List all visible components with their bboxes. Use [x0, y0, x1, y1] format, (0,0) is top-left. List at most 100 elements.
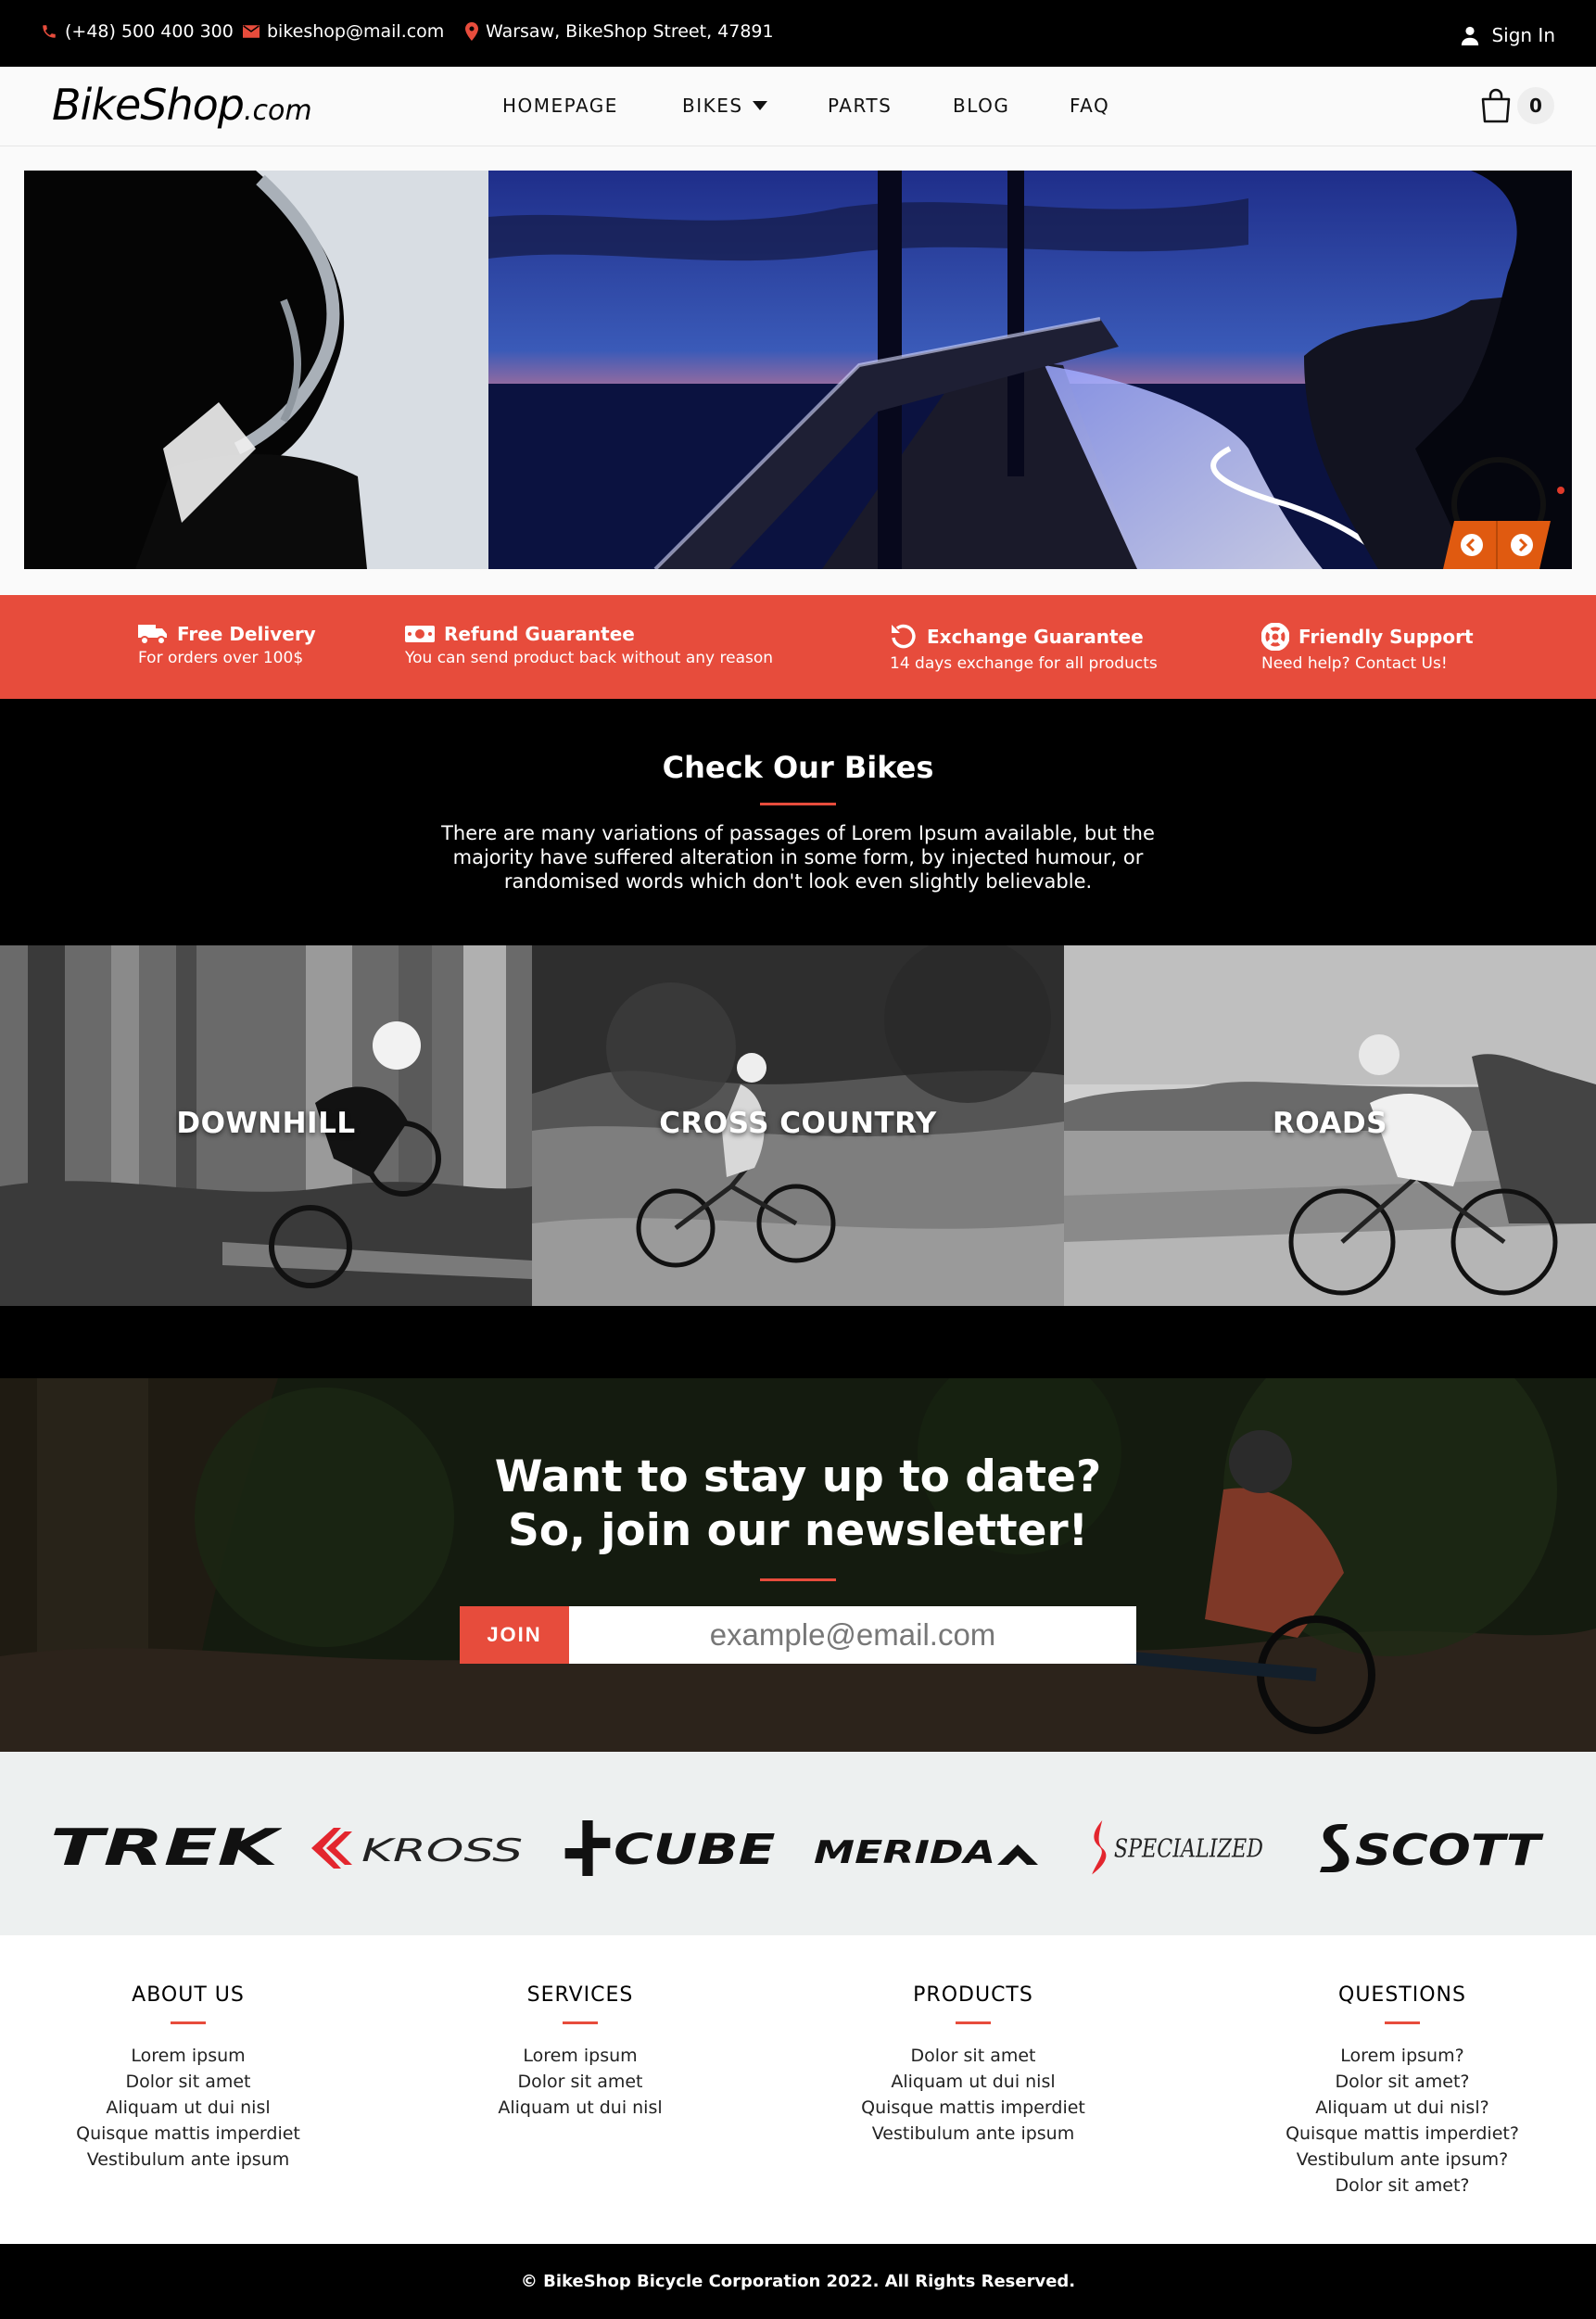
map-marker-icon: [465, 22, 478, 41]
brand-name: KROSS: [361, 1832, 523, 1869]
category-downhill[interactable]: DOWNHILL: [0, 945, 532, 1306]
footer-link[interactable]: Vestibulum ante ipsum?: [1282, 2147, 1523, 2173]
brand-kross-logo[interactable]: KROSS: [310, 1820, 526, 1876]
footer-link[interactable]: Aliquam ut dui nisl?: [1282, 2095, 1523, 2121]
nav-faq-label: FAQ: [1070, 95, 1110, 117]
address-text: Warsaw, BikeShop Street, 47891: [486, 21, 774, 42]
nav-faq[interactable]: FAQ: [1070, 95, 1109, 117]
footer-link[interactable]: Lorem ipsum?: [1282, 2043, 1523, 2069]
footer-link[interactable]: Quisque mattis imperdiet: [853, 2095, 1094, 2121]
chevron-left-icon: [1461, 534, 1483, 556]
section-spacer: [0, 1306, 1596, 1378]
footer-link[interactable]: Dolor sit amet: [68, 2069, 309, 2095]
feature-subtitle: Need help? Contact Us!: [1261, 654, 1448, 673]
brand-logos: TREK KROSS CUBE MERIDA SPECIALIZED SCOTT: [0, 1752, 1596, 1935]
footer-link[interactable]: Dolor sit amet?: [1282, 2069, 1523, 2095]
nav-parts-label: PARTS: [828, 95, 893, 117]
bikes-section: Check Our Bikes There are many variation…: [0, 699, 1596, 945]
footer-title-underline: [1385, 2021, 1420, 2024]
newsletter-title-line2: So, join our newsletter!: [507, 1505, 1089, 1556]
chevron-right-icon: [1511, 534, 1533, 556]
brand-specialized-logo[interactable]: SPECIALIZED: [1062, 1820, 1290, 1876]
envelope-icon: [243, 25, 260, 38]
slider-next-button[interactable]: [1497, 521, 1547, 569]
contact-phone[interactable]: (+48) 500 400 300: [41, 21, 234, 42]
footer-title-underline: [956, 2021, 991, 2024]
bike-categories: DOWNHILL CROSS COUNTRY ROADS: [0, 945, 1596, 1306]
category-cross-country[interactable]: CROSS COUNTRY: [532, 945, 1064, 1306]
footer-column-services: SERVICES Lorem ipsum Dolor sit amet Aliq…: [460, 1983, 701, 2121]
nav-homepage[interactable]: HOMEPAGE: [502, 95, 618, 117]
footer-link[interactable]: Vestibulum ante ipsum: [853, 2121, 1094, 2147]
caret-down-icon: [752, 101, 767, 110]
email-text: bikeshop@mail.com: [267, 21, 445, 42]
brand-name: TREK: [50, 1820, 282, 1876]
feature-subtitle: For orders over 100$: [138, 649, 304, 667]
contact-email[interactable]: bikeshop@mail.com: [243, 21, 444, 42]
logo-tld: .com: [243, 95, 312, 127]
nav-bikes[interactable]: BIKES: [682, 95, 767, 117]
newsletter-underline: [760, 1578, 836, 1581]
footer-link[interactable]: Dolor sit amet: [853, 2043, 1094, 2069]
footer-link[interactable]: Quisque mattis imperdiet?: [1282, 2121, 1523, 2147]
user-icon: [1462, 26, 1479, 45]
rotate-icon: [892, 624, 916, 649]
footer-link[interactable]: Vestibulum ante ipsum: [68, 2147, 309, 2173]
footer-links: ABOUT US Lorem ipsum Dolor sit amet Aliq…: [0, 1935, 1596, 2244]
nav-blog[interactable]: BLOG: [953, 95, 1009, 117]
slider-prev-button[interactable]: [1447, 521, 1497, 569]
phone-icon: [43, 25, 56, 38]
title-underline: [760, 803, 836, 805]
brand-name: SPECIALIZED: [1114, 1834, 1263, 1863]
sign-in-link[interactable]: Sign In: [1460, 24, 1555, 46]
footer-column-title: PRODUCTS: [913, 1983, 1033, 2007]
category-label: DOWNHILL: [176, 1107, 356, 1140]
logo-main: BikeShop: [52, 80, 245, 130]
footer-link[interactable]: Dolor sit amet: [460, 2069, 701, 2095]
nav-homepage-label: HOMEPAGE: [502, 95, 618, 117]
hero-slider: [24, 171, 1572, 569]
feature-refund-guarantee: Refund Guarantee You can send product ba…: [405, 623, 773, 667]
nav-bikes-label: BIKES: [682, 95, 743, 117]
brand-name: MERIDA: [814, 1834, 995, 1871]
truck-icon: [138, 625, 167, 645]
brand-trek-logo[interactable]: TREK: [48, 1820, 282, 1876]
footer-column-questions: QUESTIONS Lorem ipsum? Dolor sit amet? A…: [1282, 1983, 1523, 2199]
footer-link[interactable]: Dolor sit amet?: [1282, 2173, 1523, 2199]
features-bar: Free Delivery For orders over 100$ Refun…: [0, 595, 1596, 699]
feature-exchange-guarantee: Exchange Guarantee 14 days exchange for …: [890, 623, 1158, 673]
cart-count-badge: 0: [1517, 87, 1554, 124]
hero-slide-main-image: [488, 171, 1572, 569]
copyright-bar: © BikeShop Bicycle Corporation 2022. All…: [0, 2244, 1596, 2319]
footer-link[interactable]: Quisque mattis imperdiet: [68, 2121, 309, 2147]
nav-parts[interactable]: PARTS: [828, 95, 892, 117]
shopping-bag-icon: [1481, 88, 1511, 123]
nav-blog-label: BLOG: [953, 95, 1010, 117]
footer-link[interactable]: Aliquam ut dui nisl: [68, 2095, 309, 2121]
feature-subtitle: You can send product back without any re…: [405, 649, 774, 667]
newsletter-section: Want to stay up to date? So, join our ne…: [0, 1378, 1596, 1752]
footer-link[interactable]: Aliquam ut dui nisl: [853, 2069, 1094, 2095]
footer-link[interactable]: Lorem ipsum: [460, 2043, 701, 2069]
feature-title: Refund Guarantee: [444, 623, 635, 645]
newsletter-background-image: [0, 1378, 1596, 1752]
footer-link[interactable]: Aliquam ut dui nisl: [460, 2095, 701, 2121]
join-button[interactable]: JOIN: [460, 1606, 569, 1664]
feature-subtitle: 14 days exchange for all products: [890, 654, 1158, 673]
brand-name: SCOTT: [1355, 1825, 1544, 1875]
footer-link[interactable]: Lorem ipsum: [68, 2043, 309, 2069]
top-bar: (+48) 500 400 300 bikeshop@mail.com Wars…: [0, 0, 1596, 67]
newsletter-title-line1: Want to stay up to date?: [494, 1451, 1102, 1502]
brand-scott-logo[interactable]: SCOTT: [1312, 1820, 1546, 1876]
money-icon: [405, 626, 435, 642]
brand-merida-logo[interactable]: MERIDA: [812, 1820, 1038, 1876]
sign-in-label: Sign In: [1491, 24, 1555, 46]
brand-cube-logo[interactable]: CUBE: [556, 1820, 786, 1876]
lifebuoy-icon: [1261, 623, 1289, 651]
newsletter-email-input[interactable]: [569, 1606, 1136, 1664]
hero-slide-left-image: [24, 171, 488, 569]
bikes-section-description: There are many variations of passages of…: [441, 822, 1155, 893]
site-logo[interactable]: BikeShop.com: [52, 80, 312, 130]
category-roads[interactable]: ROADS: [1064, 945, 1596, 1306]
cart-button[interactable]: 0: [1480, 87, 1554, 124]
